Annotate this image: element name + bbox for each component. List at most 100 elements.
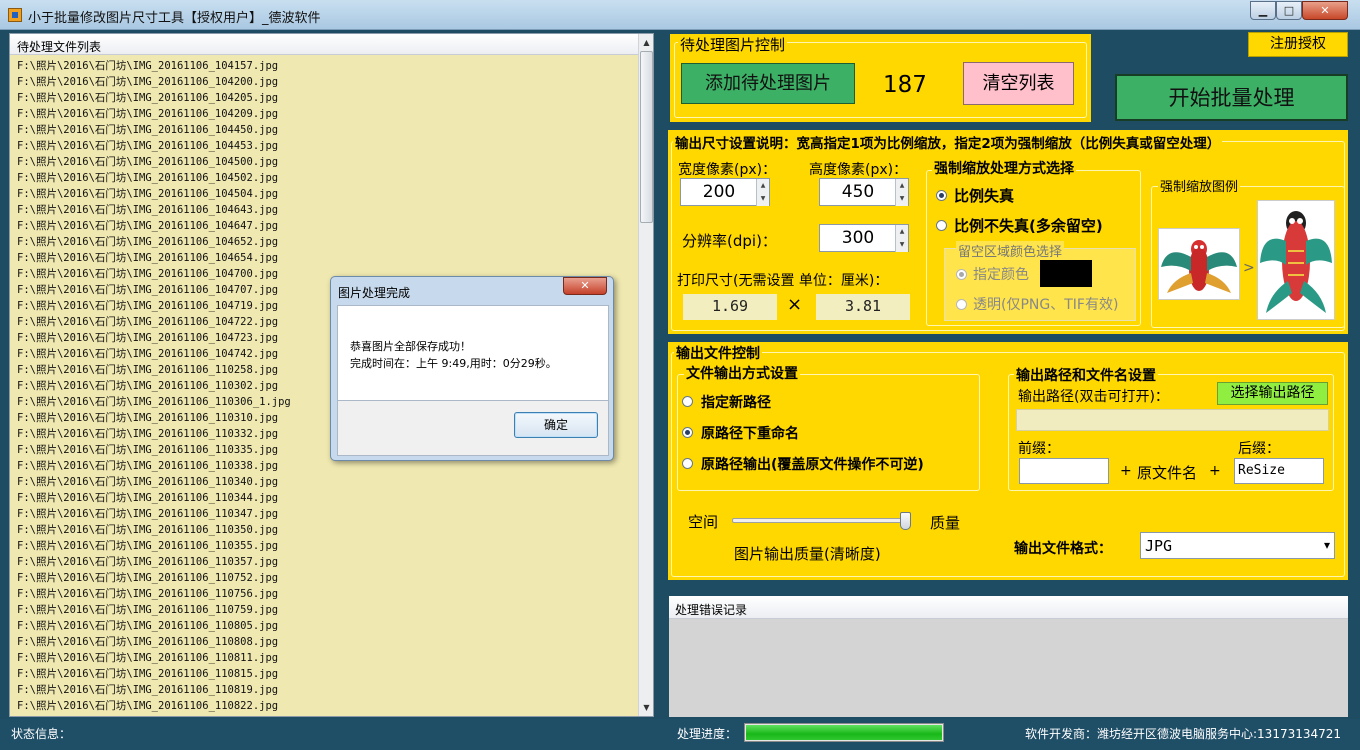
file-list-item[interactable]: F:\照片\2016\石门坊\IMG_20161106_110347.jpg bbox=[17, 506, 635, 522]
overwrite-label[interactable]: 原路径输出(覆盖原文件操作不可逆) bbox=[701, 454, 924, 474]
file-list-item[interactable]: F:\照片\2016\石门坊\IMG_20161106_110350.jpg bbox=[17, 522, 635, 538]
fill-transparent-label[interactable]: 透明(仅PNG、TIF有效) bbox=[973, 294, 1118, 314]
file-list-item[interactable]: F:\照片\2016\石门坊\IMG_20161106_104643.jpg bbox=[17, 202, 635, 218]
status-bar: 状态信息： 处理进度： 软件开发商：潍坊经开区德波电脑服务中心:13173134… bbox=[0, 719, 1360, 750]
file-list-item[interactable]: F:\照片\2016\石门坊\IMG_20161106_104504.jpg bbox=[17, 186, 635, 202]
error-log[interactable]: 处理错误记录 bbox=[669, 596, 1348, 717]
output-control-panel: 输出文件控制 文件输出方式设置 指定新路径 原路径下重命名 原路径输出(覆盖原文… bbox=[668, 342, 1348, 580]
file-list-item[interactable]: F:\照片\2016\石门坊\IMG_20161106_110357.jpg bbox=[17, 554, 635, 570]
file-list-item[interactable]: F:\照片\2016\石门坊\IMG_20161106_110756.jpg bbox=[17, 586, 635, 602]
format-select[interactable]: JPG ▾ bbox=[1140, 532, 1335, 559]
output-mode-title: 文件输出方式设置 bbox=[684, 363, 800, 383]
file-list-item[interactable]: F:\照片\2016\石门坊\IMG_20161106_110805.jpg bbox=[17, 618, 635, 634]
width-label: 宽度像素(px)： bbox=[678, 162, 777, 178]
scroll-up-arrow-icon[interactable]: ▲ bbox=[639, 34, 653, 51]
clear-list-button[interactable]: 清空列表 bbox=[963, 62, 1074, 105]
chevron-down-icon[interactable]: ▾ bbox=[1324, 538, 1330, 552]
height-spinner[interactable]: ▲ ▼ bbox=[895, 179, 908, 206]
space-label: 空间 bbox=[688, 513, 719, 531]
radio-fill-color[interactable] bbox=[956, 269, 967, 280]
file-list-item[interactable]: F:\照片\2016\石门坊\IMG_20161106_110819.jpg bbox=[17, 682, 635, 698]
file-list-item[interactable]: F:\照片\2016\石门坊\IMG_20161106_104647.jpg bbox=[17, 218, 635, 234]
new-path-label[interactable]: 指定新路径 bbox=[701, 392, 771, 412]
error-log-header[interactable]: 处理错误记录 bbox=[675, 601, 747, 618]
pending-control-panel: 待处理图片控制 添加待处理图片 187 清空列表 bbox=[670, 34, 1091, 122]
file-list-item[interactable]: F:\照片\2016\石门坊\IMG_20161106_110759.jpg bbox=[17, 602, 635, 618]
file-list-item[interactable]: F:\照片\2016\石门坊\IMG_20161106_104157.jpg bbox=[17, 58, 635, 74]
file-list-item[interactable]: F:\照片\2016\石门坊\IMG_20161106_110752.jpg bbox=[17, 570, 635, 586]
close-button[interactable]: ✕ bbox=[1302, 1, 1348, 20]
minimize-button[interactable]: ▁ bbox=[1250, 1, 1276, 20]
spin-down-icon[interactable]: ▼ bbox=[896, 192, 908, 205]
file-list-item[interactable]: F:\照片\2016\石门坊\IMG_20161106_110815.jpg bbox=[17, 666, 635, 682]
radio-rename[interactable] bbox=[682, 427, 693, 438]
dialog-title: 图片处理完成 bbox=[338, 286, 411, 300]
file-list-item[interactable]: F:\照片\2016\石门坊\IMG_20161106_110344.jpg bbox=[17, 490, 635, 506]
file-list-item[interactable]: F:\照片\2016\石门坊\IMG_20161106_110811.jpg bbox=[17, 650, 635, 666]
quality-slider-track[interactable] bbox=[732, 518, 910, 523]
distort-label[interactable]: 比例失真 bbox=[954, 185, 1014, 206]
dialog-close-button[interactable]: ✕ bbox=[563, 277, 607, 295]
spin-up-icon[interactable]: ▲ bbox=[896, 225, 908, 238]
kite-small-icon bbox=[1161, 240, 1237, 293]
file-list-item[interactable]: F:\照片\2016\石门坊\IMG_20161106_110822.jpg bbox=[17, 698, 635, 714]
rename-label[interactable]: 原路径下重命名 bbox=[701, 423, 799, 443]
file-list-item[interactable]: F:\照片\2016\石门坊\IMG_20161106_110340.jpg bbox=[17, 474, 635, 490]
width-spinner[interactable]: ▲ ▼ bbox=[756, 179, 769, 206]
spin-up-icon[interactable]: ▲ bbox=[757, 179, 769, 192]
prefix-input[interactable] bbox=[1019, 458, 1109, 484]
file-list-header[interactable]: 待处理文件列表 bbox=[10, 34, 638, 55]
maximize-button[interactable]: □ bbox=[1276, 1, 1302, 20]
output-path-field[interactable] bbox=[1016, 409, 1329, 431]
file-list-item[interactable]: F:\照片\2016\石门坊\IMG_20161106_110808.jpg bbox=[17, 634, 635, 650]
radio-distort[interactable] bbox=[936, 190, 947, 201]
file-list-item[interactable]: F:\照片\2016\石门坊\IMG_20161106_104209.jpg bbox=[17, 106, 635, 122]
fill-color-label[interactable]: 指定颜色 bbox=[973, 264, 1029, 284]
original-name-label: 原文件名 bbox=[1137, 464, 1198, 482]
keep-ratio-label[interactable]: 比例不失真(多余留空) bbox=[954, 215, 1103, 236]
radio-fill-transparent[interactable] bbox=[956, 299, 967, 310]
file-list-item[interactable]: F:\照片\2016\石门坊\IMG_20161106_104500.jpg bbox=[17, 154, 635, 170]
file-list-item[interactable]: F:\照片\2016\石门坊\IMG_20161106_104453.jpg bbox=[17, 138, 635, 154]
file-list-item[interactable]: F:\照片\2016\石门坊\IMG_20161106_104502.jpg bbox=[17, 170, 635, 186]
dpi-input[interactable]: 300 ▲ ▼ bbox=[819, 224, 909, 252]
scroll-thumb[interactable] bbox=[640, 51, 653, 223]
start-batch-button[interactable]: 开始批量处理 bbox=[1115, 74, 1348, 121]
file-list-item[interactable]: F:\照片\2016\石门坊\IMG_20161106_110355.jpg bbox=[17, 538, 635, 554]
completion-dialog: 图片处理完成 ✕ 恭喜图片全部保存成功！ 完成时间在：上午 9:49,用时：0分… bbox=[330, 276, 614, 461]
spin-up-icon[interactable]: ▲ bbox=[896, 179, 908, 192]
file-list-item[interactable]: F:\照片\2016\石门坊\IMG_20161106_104205.jpg bbox=[17, 90, 635, 106]
file-list-item[interactable]: F:\照片\2016\石门坊\IMG_20161106_104652.jpg bbox=[17, 234, 635, 250]
fill-color-swatch[interactable] bbox=[1040, 260, 1092, 287]
scroll-down-arrow-icon[interactable]: ▼ bbox=[639, 699, 653, 716]
output-path-label: 输出路径(双击可打开)： bbox=[1018, 389, 1169, 405]
spin-down-icon[interactable]: ▼ bbox=[757, 192, 769, 205]
suffix-input[interactable]: ReSize bbox=[1234, 458, 1324, 484]
progress-fill bbox=[746, 725, 942, 740]
file-list-item[interactable]: F:\照片\2016\石门坊\IMG_20161106_104654.jpg bbox=[17, 250, 635, 266]
dialog-message-1: 恭喜图片全部保存成功！ bbox=[350, 340, 471, 353]
file-list-scrollbar[interactable]: ▲ ▼ bbox=[638, 34, 653, 716]
height-input[interactable]: 450 ▲ ▼ bbox=[819, 178, 909, 206]
file-list-item[interactable]: F:\照片\2016\石门坊\IMG_20161106_104200.jpg bbox=[17, 74, 635, 90]
dialog-ok-button[interactable]: 确定 bbox=[514, 412, 598, 438]
add-images-button[interactable]: 添加待处理图片 bbox=[681, 63, 855, 104]
radio-overwrite[interactable] bbox=[682, 458, 693, 469]
output-control-title: 输出文件控制 bbox=[674, 343, 762, 363]
register-button[interactable]: 注册授权 bbox=[1248, 32, 1348, 57]
scale-mode-title: 强制缩放处理方式选择 bbox=[932, 158, 1076, 178]
suffix-label: 后缀： bbox=[1238, 441, 1280, 457]
prefix-label: 前缀： bbox=[1018, 441, 1060, 457]
spin-down-icon[interactable]: ▼ bbox=[896, 238, 908, 251]
radio-new-path[interactable] bbox=[682, 396, 693, 407]
pending-count: 187 bbox=[883, 72, 927, 98]
dpi-spinner[interactable]: ▲ ▼ bbox=[895, 225, 908, 252]
print-size-label: 打印尺寸(无需设置 单位：厘米)： bbox=[677, 273, 889, 289]
width-input[interactable]: 200 ▲ ▼ bbox=[680, 178, 770, 206]
dpi-label: 分辨率(dpi)： bbox=[682, 232, 777, 250]
file-list-item[interactable]: F:\照片\2016\石门坊\IMG_20161106_104450.jpg bbox=[17, 122, 635, 138]
quality-slider-thumb[interactable] bbox=[900, 512, 911, 530]
print-height: 3.81 bbox=[816, 294, 910, 320]
choose-path-button[interactable]: 选择输出路径 bbox=[1217, 382, 1328, 405]
radio-keep-ratio[interactable] bbox=[936, 220, 947, 231]
